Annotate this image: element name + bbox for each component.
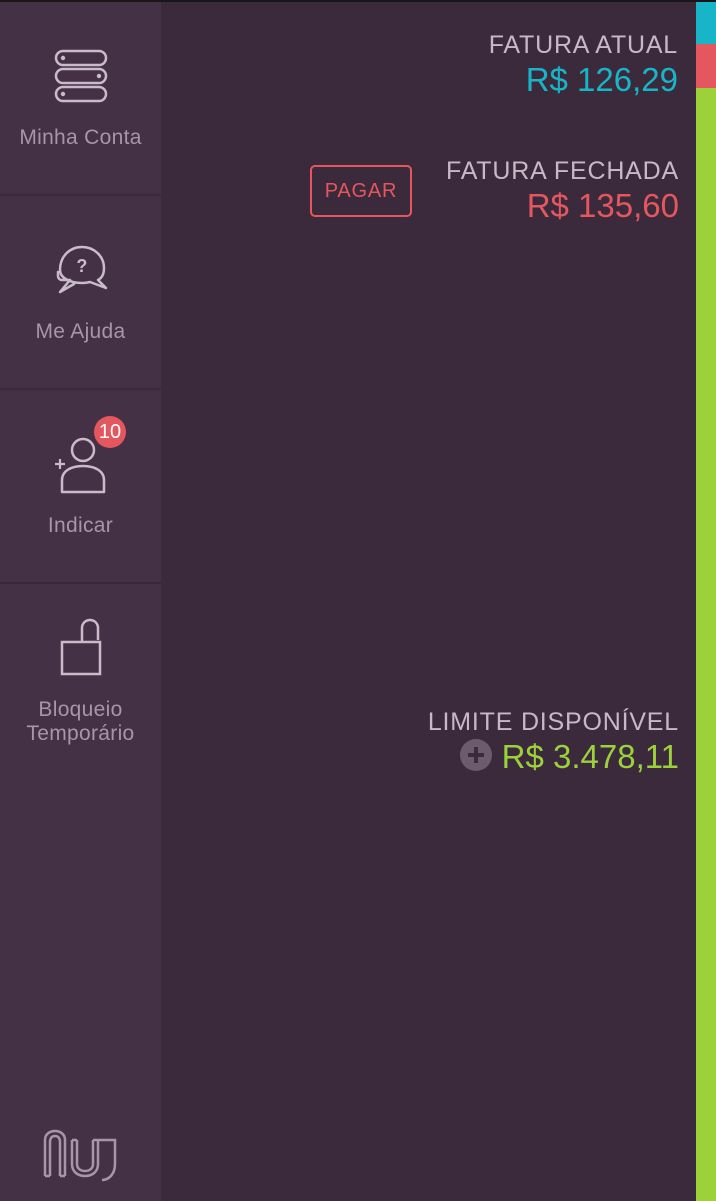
available-limit-row: R$ 3.478,11 — [428, 737, 679, 777]
available-limit-caption: LIMITE DISPONÍVEL — [427, 708, 679, 736]
sidebar-item-label: Indicar — [47, 514, 114, 537]
closed-invoice-caption: FATURA FECHADA — [446, 157, 679, 185]
available-limit-amount: R$ 3.478,11 — [501, 738, 679, 775]
plus-icon[interactable] — [459, 739, 492, 772]
notification-badge: 10 — [94, 416, 126, 448]
sidebar-item-indicar[interactable]: Indicar — [0, 390, 161, 584]
server-stack-icon — [54, 49, 107, 103]
credit-bar-closed-segment — [696, 44, 716, 88]
sidebar-item-minha-conta[interactable]: Minha Conta — [0, 2, 161, 196]
help-chat-icon: ? — [56, 245, 107, 294]
credit-bar-current-segment — [696, 2, 716, 44]
credit-bar-available-segment — [696, 88, 716, 1201]
unlocked-padlock-icon — [60, 618, 101, 676]
sidebar-item-label: Bloqueio Temporário — [26, 698, 135, 745]
sidebar-item-me-ajuda[interactable]: ? Me Ajuda — [0, 196, 161, 390]
svg-text:?: ? — [76, 256, 87, 276]
current-invoice-amount: R$ 126,29 — [525, 61, 678, 98]
available-limit[interactable]: LIMITE DISPONÍVEL R$ 3.478,11 — [428, 707, 679, 777]
pay-button[interactable]: PAGAR — [310, 165, 412, 217]
sidebar-item-label: Me Ajuda — [35, 320, 126, 343]
sidebar-item-bloqueio-temporario[interactable]: Bloqueio Temporário — [0, 584, 161, 776]
current-invoice-caption: FATURA ATUAL — [488, 31, 678, 59]
sidebar-item-label: Minha Conta — [19, 126, 142, 149]
nu-logo — [43, 1129, 117, 1182]
closed-invoice[interactable]: FATURA FECHADA R$ 135,60 — [446, 156, 679, 226]
sidebar: Minha Conta ? Me Ajuda Indicar Bloqueio … — [0, 2, 161, 1201]
closed-invoice-amount: R$ 135,60 — [526, 187, 679, 224]
current-invoice[interactable]: FATURA ATUAL R$ 126,29 — [489, 30, 678, 100]
